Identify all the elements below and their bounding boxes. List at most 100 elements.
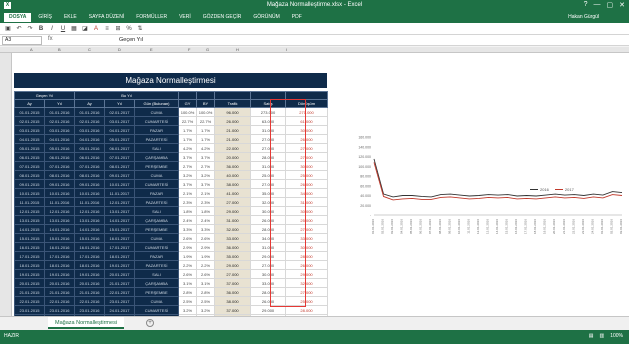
page-layout-icon[interactable]: ▥ xyxy=(599,333,604,339)
table-cell[interactable]: 63.000 xyxy=(250,116,287,126)
table-cell[interactable]: ÇARŞAMBA xyxy=(133,152,180,162)
table-cell[interactable]: 16.01.2017 xyxy=(104,233,135,243)
table-cell[interactable]: 29.000 xyxy=(214,260,252,270)
table-cell[interactable]: 17.01.2015 xyxy=(14,251,45,261)
table-cell[interactable]: CUMARTESİ xyxy=(133,242,180,252)
table-cell[interactable]: 31.000 xyxy=(214,215,252,225)
table-cell[interactable]: 28.000 xyxy=(285,251,329,261)
table-cell[interactable]: 34.000 xyxy=(250,233,287,243)
percent-icon[interactable]: % xyxy=(125,25,133,33)
table-cell[interactable]: 13.01.2016 xyxy=(74,215,105,225)
col-a[interactable]: A xyxy=(30,47,33,52)
table-cell[interactable]: PAZARTESİ xyxy=(133,260,180,270)
table-cell[interactable]: 27.000 xyxy=(250,260,287,270)
user-name[interactable]: Hakan Gürgül xyxy=(568,14,599,20)
table-cell[interactable]: 11.01.2016 xyxy=(44,197,75,207)
table-cell[interactable]: 26.000 xyxy=(285,134,329,144)
table-cell[interactable]: 31.000 xyxy=(250,125,287,135)
help-icon[interactable]: ? xyxy=(584,1,588,9)
table-cell[interactable]: 28.000 xyxy=(250,152,287,162)
table-cell[interactable]: 2.7% xyxy=(178,161,198,171)
merge-icon[interactable]: ⊞ xyxy=(114,25,122,33)
table-cell[interactable]: 14.01.2016 xyxy=(44,224,75,234)
table-cell[interactable]: 06.01.2017 xyxy=(104,143,135,153)
table-cell[interactable]: 33.000 xyxy=(214,233,252,243)
table-cell[interactable]: 3.1% xyxy=(178,278,198,288)
redo-icon[interactable]: ↷ xyxy=(26,25,34,33)
table-cell[interactable]: 21.01.2015 xyxy=(14,287,45,297)
close-icon[interactable]: ✕ xyxy=(619,1,625,9)
table-cell[interactable]: 13.01.2017 xyxy=(104,206,135,216)
table-cell[interactable]: 27.000 xyxy=(285,224,329,234)
table-cell[interactable]: 10.01.2016 xyxy=(74,188,105,198)
underline-icon[interactable]: U xyxy=(59,25,67,33)
table-cell[interactable]: 16.01.2016 xyxy=(44,242,75,252)
table-cell[interactable]: 273.000 xyxy=(250,107,287,117)
table-cell[interactable]: 14.01.2015 xyxy=(14,224,45,234)
save-icon[interactable]: ▣ xyxy=(4,25,12,33)
table-cell[interactable]: 22.01.2015 xyxy=(14,296,45,306)
table-cell[interactable]: 2.4% xyxy=(178,215,198,225)
table-cell[interactable]: 2.2% xyxy=(196,260,216,270)
table-cell[interactable]: 4.2% xyxy=(178,143,198,153)
table-cell[interactable]: 2.3% xyxy=(196,197,216,207)
table-cell[interactable]: 21.01.2016 xyxy=(74,287,105,297)
add-sheet-button[interactable]: + xyxy=(146,319,154,327)
table-cell[interactable]: 37.000 xyxy=(214,305,252,315)
table-cell[interactable]: 33.000 xyxy=(250,278,287,288)
table-cell[interactable]: 34.000 xyxy=(285,188,329,198)
table-cell[interactable]: 2.5% xyxy=(178,296,198,306)
table-cell[interactable]: 1.7% xyxy=(178,134,198,144)
table-cell[interactable]: 05.01.2015 xyxy=(14,143,45,153)
table-cell[interactable]: 2.6% xyxy=(196,269,216,279)
table-cell[interactable]: PERŞEMBE xyxy=(133,224,180,234)
maximize-icon[interactable]: ▢ xyxy=(607,1,614,9)
col-d[interactable]: D xyxy=(118,47,121,52)
table-cell[interactable]: 09.01.2015 xyxy=(14,179,45,189)
borders-icon[interactable]: ▦ xyxy=(70,25,78,33)
table-cell[interactable]: 23.01.2016 xyxy=(44,305,75,315)
table-cell[interactable]: 15.01.2017 xyxy=(104,224,135,234)
table-cell[interactable]: 08.01.2015 xyxy=(14,170,45,180)
table-cell[interactable]: 32.000 xyxy=(214,224,252,234)
table-cell[interactable]: 21.01.2017 xyxy=(104,278,135,288)
table-cell[interactable]: 25.000 xyxy=(285,215,329,225)
table-cell[interactable]: PAZARTESİ xyxy=(133,197,180,207)
table-cell[interactable]: 26.000 xyxy=(285,260,329,270)
table-cell[interactable]: 1.8% xyxy=(178,206,198,216)
table-cell[interactable]: 19.01.2016 xyxy=(74,269,105,279)
minimize-icon[interactable]: — xyxy=(594,1,601,9)
table-cell[interactable]: 06.01.2016 xyxy=(74,152,105,162)
table-cell[interactable]: 38.000 xyxy=(214,179,252,189)
table-cell[interactable]: 36.000 xyxy=(214,287,252,297)
col-f[interactable]: F xyxy=(188,47,190,52)
tab-veri[interactable]: VERİ xyxy=(174,13,196,22)
table-cell[interactable]: 18.01.2016 xyxy=(44,260,75,270)
table-cell[interactable]: 18.01.2015 xyxy=(14,260,45,270)
bold-icon[interactable]: B xyxy=(37,25,45,33)
table-cell[interactable]: 12.01.2017 xyxy=(104,197,135,207)
table-cell[interactable]: 4.2% xyxy=(196,143,216,153)
table-cell[interactable]: 30.000 xyxy=(250,206,287,216)
table-cell[interactable]: 05.01.2016 xyxy=(44,143,75,153)
table-cell[interactable]: 09.01.2016 xyxy=(44,179,75,189)
table-cell[interactable]: 26.000 xyxy=(250,215,287,225)
series-line-2016[interactable] xyxy=(373,158,623,198)
table-cell[interactable]: 271.000 xyxy=(285,107,329,117)
table-cell[interactable]: 04.01.2015 xyxy=(14,134,45,144)
table-cell[interactable]: 1.8% xyxy=(196,206,216,216)
table-cell[interactable]: 25.000 xyxy=(250,170,287,180)
tab-dosya[interactable]: DOSYA xyxy=(4,13,32,22)
normal-view-icon[interactable]: ▤ xyxy=(589,333,594,339)
table-cell[interactable]: 13.01.2016 xyxy=(44,215,75,225)
table-cell[interactable]: 3.2% xyxy=(178,170,198,180)
table-cell[interactable]: 10.01.2015 xyxy=(14,188,45,198)
table-cell[interactable]: CUMA xyxy=(133,170,180,180)
table-cell[interactable]: 3.7% xyxy=(178,152,198,162)
table-cell[interactable]: 30.000 xyxy=(285,125,329,135)
table-cell[interactable]: 18.01.2016 xyxy=(74,260,105,270)
table-cell[interactable]: 2.6% xyxy=(196,233,216,243)
table-cell[interactable]: SALI xyxy=(133,269,180,279)
table-cell[interactable]: 20.01.2017 xyxy=(104,269,135,279)
fx-icon[interactable]: fx xyxy=(48,36,53,42)
